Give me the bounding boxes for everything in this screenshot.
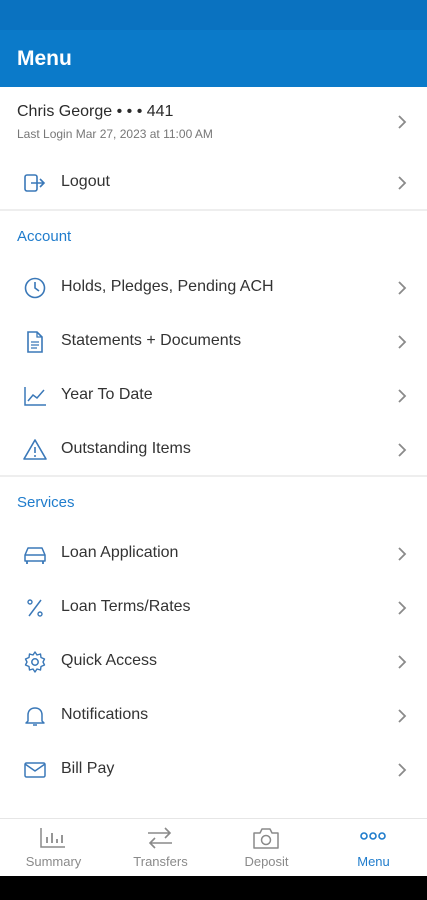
clock-icon	[24, 277, 46, 299]
chevron-right-icon	[398, 389, 407, 403]
tab-label: Transfers	[133, 854, 188, 869]
menu-item-quick-access[interactable]: Quick Access	[0, 635, 427, 689]
menu-item-holds-pledges[interactable]: Holds, Pledges, Pending ACH	[0, 261, 427, 315]
section-header-services: Services	[17, 494, 75, 511]
chevron-right-icon	[398, 709, 407, 723]
transfer-arrows-icon	[148, 827, 172, 849]
profile-name: Chris George • • • 441	[17, 103, 174, 120]
warning-icon	[23, 439, 47, 460]
page-title: Menu	[17, 47, 72, 70]
document-icon	[27, 331, 43, 353]
menu-item-year-to-date[interactable]: Year To Date	[0, 369, 427, 423]
chevron-right-icon	[398, 115, 407, 129]
chevron-right-icon	[398, 601, 407, 615]
logout-icon	[24, 174, 46, 192]
menu-item-label: Outstanding Items	[61, 440, 191, 457]
section-header-account: Account	[17, 228, 72, 245]
line-chart-icon	[24, 387, 46, 406]
chevron-right-icon	[398, 763, 407, 777]
chevron-right-icon	[398, 443, 407, 457]
menu-item-notifications[interactable]: Notifications	[0, 689, 427, 743]
system-nav-bar	[0, 876, 427, 900]
chevron-right-icon	[398, 281, 407, 295]
logout-row[interactable]: Logout	[0, 156, 427, 210]
profile-row[interactable]: Chris George • • • 441 Last Login Mar 27…	[0, 87, 427, 157]
status-bar	[0, 0, 427, 30]
bell-icon	[25, 707, 45, 726]
logout-label: Logout	[61, 173, 110, 190]
menu-list[interactable]: Chris George • • • 441 Last Login Mar 27…	[0, 87, 427, 818]
menu-item-label: Statements + Documents	[61, 332, 242, 349]
more-dots-icon	[360, 832, 386, 840]
menu-item-label: Loan Application	[61, 544, 179, 561]
menu-item-label: Quick Access	[61, 652, 158, 669]
percent-icon	[27, 599, 43, 617]
bottom-tab-bar: Summary Transfers Deposit Menu	[0, 818, 427, 876]
menu-item-label: Notifications	[61, 706, 149, 723]
menu-item-partial[interactable]	[0, 799, 427, 818]
divider	[0, 475, 427, 477]
tab-transfers[interactable]: Transfers	[107, 819, 214, 877]
tab-label: Menu	[357, 854, 390, 869]
tab-summary[interactable]: Summary	[0, 819, 107, 877]
menu-item-loan-application[interactable]: Loan Application	[0, 527, 427, 581]
chevron-right-icon	[398, 176, 407, 190]
camera-icon	[253, 828, 279, 849]
menu-item-statements[interactable]: Statements + Documents	[0, 315, 427, 369]
menu-item-label: Year To Date	[61, 386, 153, 403]
menu-item-label: Holds, Pledges, Pending ACH	[61, 278, 274, 295]
chevron-right-icon	[398, 547, 407, 561]
app-header: Menu	[0, 30, 427, 87]
tab-menu[interactable]: Menu	[320, 819, 427, 877]
last-login-text: Last Login Mar 27, 2023 at 11:00 AM	[17, 127, 213, 141]
chevron-right-icon	[398, 655, 407, 669]
menu-item-outstanding-items[interactable]: Outstanding Items	[0, 423, 427, 477]
menu-item-loan-terms[interactable]: Loan Terms/Rates	[0, 581, 427, 635]
menu-item-label: Bill Pay	[61, 760, 115, 777]
car-icon	[24, 547, 46, 564]
chevron-right-icon	[398, 335, 407, 349]
divider	[0, 209, 427, 211]
menu-item-label: Loan Terms/Rates	[61, 598, 191, 615]
tab-label: Deposit	[244, 854, 289, 869]
gear-icon	[24, 651, 46, 673]
bar-chart-icon	[40, 828, 65, 848]
menu-item-bill-pay[interactable]: Bill Pay	[0, 743, 427, 797]
tab-label: Summary	[25, 854, 82, 869]
tab-deposit[interactable]: Deposit	[213, 819, 320, 877]
envelope-icon	[24, 762, 46, 778]
